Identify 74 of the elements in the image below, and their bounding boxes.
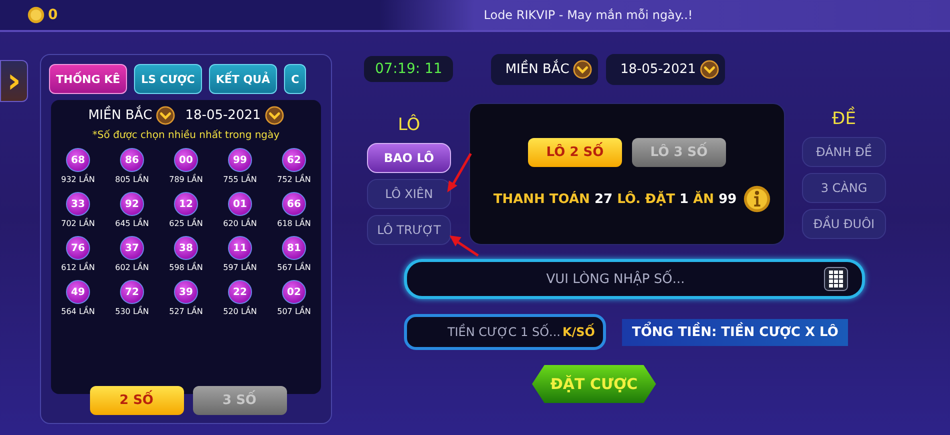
number-ball: 76	[66, 236, 90, 260]
number-ball: 33	[66, 192, 90, 216]
count-label: 755 LẦN	[223, 175, 257, 184]
bet-type-button[interactable]: BAO LÔ	[367, 143, 451, 173]
bet-type-button[interactable]: LÔ XIÊN	[367, 179, 451, 209]
count-label: 620 LẦN	[223, 219, 257, 228]
balance-amount: 0	[48, 7, 58, 23]
count-label: 520 LẦN	[223, 307, 257, 316]
section-title: ĐỀ	[832, 109, 856, 129]
count-label: 530 LẦN	[115, 307, 149, 316]
hint-text: *Số được chọn nhiều nhất trong ngày	[92, 130, 280, 141]
tab[interactable]: LS CƯỢC	[134, 64, 202, 94]
number-input[interactable]: VUI LÒNG NHẬP SỐ...	[404, 259, 865, 299]
placeholder-text: TIỀN CƯỢC 1 SỐ...	[447, 325, 560, 339]
stake-input[interactable]: TIỀN CƯỢC 1 SỐ... K/SỐ	[404, 314, 606, 350]
tab[interactable]: C	[284, 64, 306, 94]
number-ball: 02	[282, 280, 306, 304]
count-label: 527 LẦN	[169, 307, 203, 316]
section-title: LÔ	[398, 115, 420, 135]
number-ball: 22	[228, 280, 252, 304]
keypad-icon[interactable]	[824, 267, 848, 291]
window-title: Lode RIKVIP - May mắn mỗi ngày..!	[484, 8, 693, 22]
number-ball: 11	[228, 236, 252, 260]
count-label: 612 LẦN	[61, 263, 95, 272]
count-label: 932 LẦN	[61, 175, 95, 184]
bet-type-button[interactable]: 3 CÀNG	[802, 173, 886, 203]
count-label: 597 LẦN	[223, 263, 257, 272]
number-ball: 92	[120, 192, 144, 216]
tab[interactable]: THỐNG KÊ	[49, 64, 128, 94]
total-note: TỔNG TIỀN: TIỀN CƯỢC X LÔ	[622, 318, 848, 346]
placeholder-text: VUI LÒNG NHẬP SỐ...	[545, 272, 686, 286]
payout-text: THANH TOÁN 27 LÔ. ĐẶT 1 ĂN 99	[493, 192, 737, 206]
count-label: 567 LẦN	[277, 263, 311, 272]
number-ball: 00	[174, 148, 198, 172]
number-ball: 38	[174, 236, 198, 260]
number-ball: 81	[282, 236, 306, 260]
bet-type-button[interactable]: LÔ TRƯỢT	[367, 215, 451, 245]
number-ball: 99	[228, 148, 252, 172]
date-select[interactable]: 18-05-2021	[185, 108, 261, 123]
expand-button[interactable]: ›	[0, 60, 28, 102]
bet-mode-button[interactable]: LÔ 2 SỐ	[528, 138, 622, 167]
number-ball: 39	[174, 280, 198, 304]
bet-type-button[interactable]: ĐÁNH ĐỀ	[802, 137, 886, 167]
count-label: 598 LẦN	[169, 263, 203, 272]
count-label: 702 LẦN	[61, 219, 95, 228]
count-label: 618 LẦN	[277, 219, 311, 228]
dropdown-icon[interactable]	[156, 106, 176, 125]
number-ball: 37	[120, 236, 144, 260]
coin-icon	[27, 6, 45, 24]
count-label: 602 LẦN	[115, 263, 149, 272]
digit-button[interactable]: 2 SỐ	[90, 386, 184, 415]
bet-type-button[interactable]: ĐẦU ĐUÔI	[802, 209, 886, 239]
count-label: 564 LẦN	[61, 307, 95, 316]
number-ball: 86	[120, 148, 144, 172]
count-label: 805 LẦN	[115, 175, 149, 184]
tab[interactable]: KẾT QUẢ	[208, 64, 278, 94]
number-ball: 12	[174, 192, 198, 216]
number-ball: 62	[282, 148, 306, 172]
number-ball: 68	[66, 148, 90, 172]
clock: 07:19: 11	[364, 56, 454, 82]
count-label: 507 LẦN	[277, 307, 311, 316]
number-ball: 66	[282, 192, 306, 216]
dropdown-icon[interactable]	[264, 106, 284, 125]
dropdown-icon[interactable]	[700, 60, 719, 79]
count-label: 625 LẦN	[169, 219, 203, 228]
count-label: 789 LẦN	[169, 175, 203, 184]
count-label: 645 LẦN	[115, 219, 149, 228]
count-label: 752 LẦN	[277, 175, 311, 184]
number-ball: 49	[66, 280, 90, 304]
number-ball: 01	[228, 192, 252, 216]
number-ball: 72	[120, 280, 144, 304]
info-icon[interactable]	[742, 185, 771, 213]
dropdown-icon[interactable]	[573, 60, 592, 79]
unit-label: K/SỐ	[562, 325, 595, 339]
